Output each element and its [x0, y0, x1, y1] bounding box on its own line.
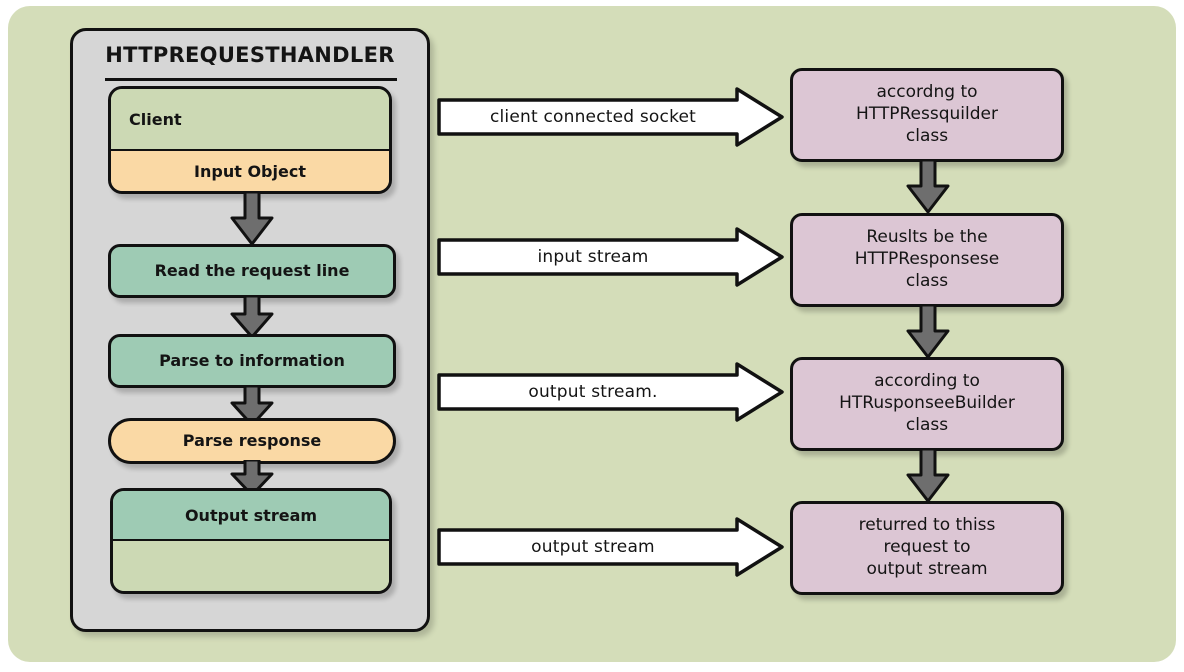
- connector-input-stream: input stream: [437, 226, 785, 288]
- step-read-request-line: Read the request line: [108, 244, 396, 298]
- right-box-line: HTTPRessquilder: [856, 104, 998, 125]
- connector-output-stream-lower: output stream: [437, 516, 785, 578]
- arrow-down-icon: [227, 190, 277, 248]
- right-box-line: output stream: [866, 558, 988, 579]
- right-box-line: returred to thiss: [858, 515, 996, 536]
- client-input-object-box: Client Input Object: [108, 86, 392, 194]
- arrow-down-icon: [903, 447, 953, 505]
- right-box-line: class: [905, 125, 949, 146]
- diagram-canvas: HTTPREQUESTHANDLER Client Input Object R…: [0, 0, 1184, 672]
- output-stream-box: Output stream: [110, 488, 392, 594]
- input-object-label: Input Object: [111, 151, 389, 191]
- right-box-http-response-builder-1: accordng to HTTPRessquilder class: [790, 68, 1064, 162]
- right-box-returned-output-stream-4: returred to thiss request to output stre…: [790, 501, 1064, 595]
- right-box-line: class: [905, 414, 949, 435]
- step-parse-to-information: Parse to information: [108, 334, 396, 388]
- right-box-line: class: [905, 270, 949, 291]
- step-parse-response: Parse response: [108, 418, 396, 464]
- client-label: Client: [111, 89, 389, 151]
- connector-client-connected-socket: client connected socket: [437, 86, 785, 148]
- right-box-line: accordng to: [876, 82, 978, 103]
- right-box-http-response-builder-3: according to HTRusponseeBuilder class: [790, 357, 1064, 451]
- output-stream-body: [113, 541, 389, 591]
- title-divider: [105, 78, 397, 81]
- right-box-line: request to: [883, 537, 971, 558]
- right-box-line: according to: [874, 371, 980, 392]
- right-box-line: Reuslts be the: [866, 227, 988, 248]
- page-title: HTTPREQUESTHANDLER: [105, 43, 395, 67]
- right-box-line: HTRusponseeBuilder: [839, 393, 1015, 414]
- right-box-http-response-2: Reuslts be the HTTPResponsese class: [790, 213, 1064, 307]
- arrow-down-icon: [903, 158, 953, 216]
- right-box-line: HTTPResponsese: [854, 249, 1000, 270]
- arrow-down-icon: [903, 303, 953, 361]
- output-stream-label: Output stream: [113, 491, 389, 541]
- connector-output-stream-upper: output stream.: [437, 361, 785, 423]
